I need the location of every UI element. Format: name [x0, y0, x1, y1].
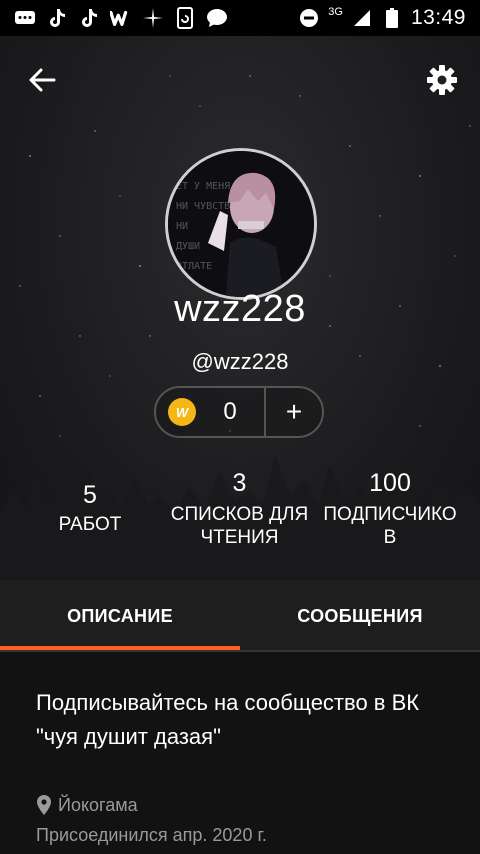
settings-button[interactable]: [422, 60, 462, 100]
tab-divider: [0, 650, 480, 652]
tab-description[interactable]: ОПИСАНИЕ: [0, 580, 240, 652]
battery-icon: [381, 7, 403, 29]
about-section: Подписывайтесь на сообщество в ВК "чуя д…: [36, 686, 456, 850]
profile-tabs: ОПИСАНИЕ СООБЩЕНИЯ: [0, 580, 480, 652]
svg-text:ЭТЛАТЕ: ЭТЛАТЕ: [176, 261, 212, 272]
stat-followers-label-line2: В: [383, 527, 397, 548]
stat-reading-lists-label-line1: СПИСКОВ ДЛЯ: [170, 504, 309, 525]
coin-icon: W: [168, 398, 196, 426]
wattpad-icon: [110, 7, 132, 29]
notification-icons: [0, 7, 228, 29]
phone-sync-icon: [174, 7, 196, 29]
sparkle-icon: [142, 7, 164, 29]
avatar-image: ЕТ У МЕНЯ НИ ЧУВСТВ НИ ДУШИ ЭТЛАТЕ: [168, 151, 314, 297]
svg-text:ДУШИ: ДУШИ: [176, 241, 200, 252]
coin-count: 0: [223, 398, 237, 425]
do-not-disturb-icon: [298, 7, 320, 29]
arrow-left-icon: [29, 68, 56, 92]
stat-reading-lists-count: 3: [232, 469, 247, 497]
location-pin-icon: [37, 795, 51, 815]
profile-handle: @wzz228: [191, 349, 289, 374]
add-coins-button[interactable]: +: [266, 398, 322, 426]
profile-username: wzz228: [174, 288, 306, 330]
tab-messages[interactable]: СООБЩЕНИЯ: [240, 580, 480, 652]
status-bar: 3G 13:49: [0, 0, 480, 36]
message-bubble-icon: [206, 7, 228, 29]
signal-icon: [351, 7, 373, 29]
stat-reading-lists-label-line2: ЧТЕНИЯ: [200, 527, 279, 548]
clock: 13:49: [410, 6, 466, 29]
profile-header: ЕТ У МЕНЯ НИ ЧУВСТВ НИ ДУШИ ЭТЛАТЕ wzz22…: [0, 36, 480, 580]
location-row: Йокогама: [36, 790, 456, 820]
network-type: 3G: [328, 6, 343, 18]
chat-bubbles-icon: [14, 7, 36, 29]
stat-reading-lists[interactable]: 3 СПИСКОВ ДЛЯ ЧТЕНИЯ: [162, 469, 317, 549]
svg-text:НИ: НИ: [176, 221, 188, 232]
tiktok-icon: [78, 7, 100, 29]
coin-balance: W 0 +: [154, 386, 324, 438]
back-button[interactable]: [22, 60, 62, 100]
stat-works[interactable]: 5 РАБОТ: [40, 481, 140, 536]
stat-followers[interactable]: 100 ПОДПИСЧИКО В: [312, 469, 468, 549]
joined-date: Присоединился апр. 2020 г.: [36, 825, 267, 845]
svg-text:НИ ЧУВСТВ: НИ ЧУВСТВ: [176, 201, 230, 212]
profile-description: Подписывайтесь на сообщество в ВК "чуя д…: [36, 690, 420, 749]
avatar[interactable]: ЕТ У МЕНЯ НИ ЧУВСТВ НИ ДУШИ ЭТЛАТЕ: [165, 148, 317, 300]
svg-text:ЕТ У МЕНЯ: ЕТ У МЕНЯ: [176, 181, 230, 192]
tiktok-icon: [46, 7, 68, 29]
stat-followers-count: 100: [369, 469, 411, 497]
location-text: Йокогама: [58, 795, 138, 815]
stat-works-count: 5: [83, 481, 97, 509]
gear-icon: [427, 65, 457, 95]
stat-followers-label-line1: ПОДПИСЧИКО: [323, 504, 457, 525]
stat-works-label: РАБОТ: [58, 514, 122, 535]
